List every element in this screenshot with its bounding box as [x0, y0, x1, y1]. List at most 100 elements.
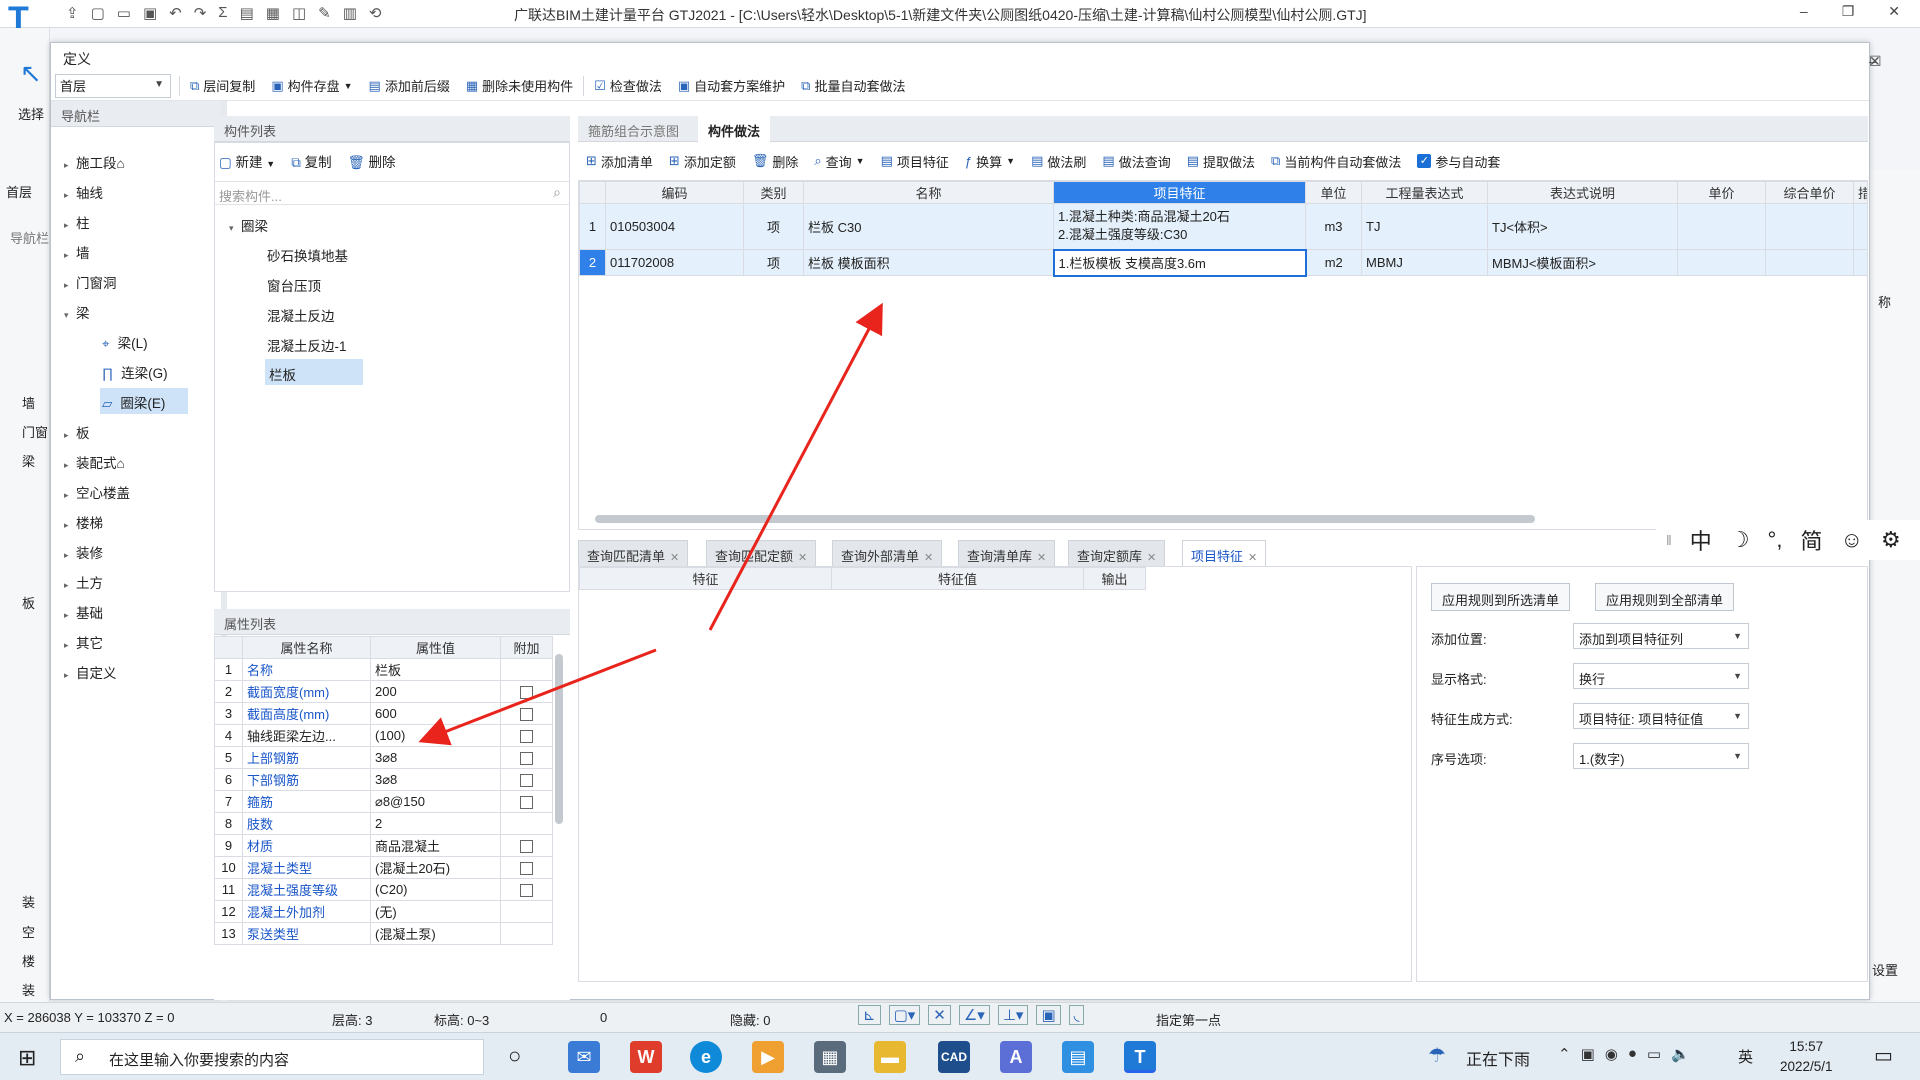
ime-chinese-toggle[interactable]: 中 [1690, 524, 1712, 556]
copy-component-button[interactable]: ⧉ 复制 [291, 151, 331, 171]
display-format-select[interactable]: 换行 ▼ [1573, 663, 1749, 689]
property-value[interactable]: 200 [370, 680, 501, 703]
left-item-finish[interactable]: 装 [22, 980, 35, 999]
close-icon[interactable]: ✕ [1888, 3, 1900, 20]
battery-icon[interactable]: ▭ [1647, 1045, 1661, 1063]
component-item[interactable]: 砂石换填地基 [267, 245, 348, 265]
nav-item[interactable]: ▸ 楼梯 [64, 512, 103, 532]
grid-icon[interactable]: ▦ [266, 4, 280, 22]
property-extra-checkbox[interactable] [520, 840, 533, 854]
property-extra-checkbox[interactable] [520, 774, 533, 788]
nav-item[interactable]: ▸ 柱 [64, 212, 90, 232]
volume-icon[interactable]: 🔈 [1671, 1045, 1690, 1063]
property-row[interactable]: 12 混凝土外加剂 (无) [214, 900, 553, 923]
method-name[interactable]: 栏板 模板面积 [803, 249, 1054, 276]
method-feature-cell[interactable]: 1.混凝土种类:商品混凝土20石 2.混凝土强度等级:C30 [1053, 203, 1306, 250]
batch-auto-method-button[interactable]: ⧉ 批量自动套做法 [793, 74, 913, 98]
restore-icon[interactable]: ❐ [1842, 3, 1855, 20]
ime-emoji-icon[interactable]: ☺ [1840, 527, 1862, 553]
nav-item[interactable]: ▸ 板 [64, 422, 90, 442]
add-list-button[interactable]: ⊞ 添加清单 [578, 149, 661, 173]
ime-drag-handle-icon[interactable]: ‖ [1666, 532, 1672, 548]
tab-query-list-lib[interactable]: 查询清单库 ✕ [958, 540, 1056, 566]
copy-between-floors-button[interactable]: ⧉ 层间复制 [182, 74, 263, 98]
tab-query-match-quota[interactable]: 查询匹配定额 ✕ [706, 540, 817, 566]
feature-gen-select[interactable]: 项目特征: 项目特征值 ▼ [1573, 703, 1749, 729]
left-item-door[interactable]: 门窗 [22, 422, 48, 441]
task-view-icon[interactable]: ○ [508, 1043, 521, 1069]
left-item-slab[interactable]: 板 [22, 593, 35, 612]
wps-app-icon[interactable]: W [630, 1041, 662, 1073]
property-row[interactable]: 9 材质 商品混凝土 [214, 834, 553, 857]
method-type[interactable]: 项 [743, 203, 804, 250]
property-value[interactable]: 商品混凝土 [370, 834, 501, 857]
ime-settings-icon[interactable]: ⚙ [1881, 527, 1901, 553]
nav-subitem-ring-beam[interactable]: ▱ 圈梁(E) [100, 388, 188, 414]
item-feature-button[interactable]: ▤ 项目特征 [873, 149, 957, 173]
query-button[interactable]: ⌕ 查询 ▼ [806, 149, 872, 173]
property-value[interactable]: ⌀8@150 [370, 790, 501, 813]
property-value[interactable]: 3⌀8 [370, 768, 501, 791]
method-desc[interactable]: MBMJ<模板面积> [1487, 249, 1678, 276]
sync-icon[interactable]: ⟲ [369, 4, 382, 22]
property-row[interactable]: 8 肢数 2 [214, 812, 553, 835]
nav-item-beam[interactable]: ▾ 梁 [64, 302, 90, 322]
file-explorer-icon[interactable]: ▬ [874, 1041, 906, 1073]
tab-component-method[interactable]: 构件做法 [698, 116, 771, 142]
component-group[interactable]: ▾ 圈梁 [229, 215, 268, 235]
apply-to-all-button[interactable]: 应用规则到全部清单 [1595, 583, 1735, 611]
method-col-expr[interactable]: 工程量表达式 [1361, 181, 1488, 204]
property-row[interactable]: 5 上部钢筋 3⌀8 [214, 746, 553, 769]
tab-close-icon[interactable]: ✕ [1147, 552, 1156, 564]
tab-query-quota-lib[interactable]: 查询定额库 ✕ [1068, 540, 1166, 566]
select-cursor-icon[interactable]: ↖ [20, 58, 42, 89]
method-code[interactable]: 011702008 [605, 249, 744, 276]
method-col-price[interactable]: 单价 [1677, 181, 1766, 204]
arc-snap-icon[interactable]: ◟ [1068, 1005, 1085, 1025]
design-app-icon[interactable]: A [1000, 1041, 1032, 1073]
tab-item-feature[interactable]: 项目特征 ✕ [1182, 540, 1267, 566]
redo-icon[interactable]: ↷ [194, 4, 207, 22]
undo-icon[interactable]: ↶ [169, 4, 182, 22]
add-position-select[interactable]: 添加到项目特征列 ▼ [1573, 623, 1749, 649]
property-extra-checkbox[interactable] [520, 708, 533, 722]
method-expr[interactable]: TJ [1361, 203, 1488, 250]
nav-subitem-link-beam[interactable]: ∏ 连梁(G) [102, 362, 168, 382]
notification-icon[interactable]: ▭ [1874, 1043, 1893, 1068]
join-auto-checkbox[interactable]: ✓ 参与自动套 [1409, 149, 1508, 173]
method-col-type[interactable]: 类别 [743, 181, 804, 204]
method-price[interactable] [1677, 203, 1766, 250]
nav-item[interactable]: ▸ 门窗洞 [64, 272, 117, 292]
component-item[interactable]: 窗台压顶 [267, 275, 321, 295]
method-col-total-price[interactable]: 综合单价 [1765, 181, 1854, 204]
delete-unused-button[interactable]: ▦ 删除未使用构件 [458, 74, 581, 98]
dialog-close-icon[interactable]: ✕ [1869, 53, 1881, 70]
tab-close-icon[interactable]: ✕ [924, 552, 933, 564]
method-price[interactable] [1677, 249, 1766, 276]
property-row[interactable]: 11 混凝土强度等级 (C20) [214, 878, 553, 901]
convert-button[interactable]: ƒ 换算 ▼ [957, 149, 1023, 173]
method-col-desc[interactable]: 表达式说明 [1487, 181, 1678, 204]
property-extra-checkbox[interactable] [520, 884, 533, 898]
sequence-option-select[interactable]: 1.(数字) ▼ [1573, 743, 1749, 769]
component-item[interactable]: 混凝土反边-1 [267, 335, 347, 355]
component-search-input[interactable]: 搜索构件... ⌕ [215, 181, 569, 205]
method-unit[interactable]: m3 [1305, 203, 1362, 250]
cross-snap-icon[interactable]: ✕ [928, 1005, 951, 1025]
method-expr[interactable]: MBMJ [1361, 249, 1488, 276]
tray-app-icon[interactable]: ▣ [1581, 1045, 1595, 1063]
layers-icon[interactable]: ◫ [292, 4, 306, 22]
ortho-snap-icon[interactable]: ⊾ [858, 1005, 881, 1025]
method-query-button[interactable]: ▤ 做法查询 [1094, 149, 1178, 173]
property-value[interactable]: 2 [370, 812, 501, 835]
input-language[interactable]: 英 [1738, 1046, 1753, 1067]
method-row[interactable]: 1 010503004 项 栏板 C30 1.混凝土种类:商品混凝土20石 2.混… [579, 203, 1867, 250]
save-icon[interactable]: ▣ [143, 4, 157, 22]
property-value[interactable]: 栏板 [370, 658, 501, 681]
display-snap-icon[interactable]: ▣ [1036, 1005, 1061, 1025]
property-extra-checkbox[interactable] [520, 796, 533, 810]
property-extra-checkbox[interactable] [520, 686, 533, 700]
method-name[interactable]: 栏板 C30 [803, 203, 1054, 250]
delete-method-button[interactable]: 🗑 删除 [744, 149, 807, 173]
check-method-button[interactable]: ☑ 检查做法 [586, 74, 670, 98]
